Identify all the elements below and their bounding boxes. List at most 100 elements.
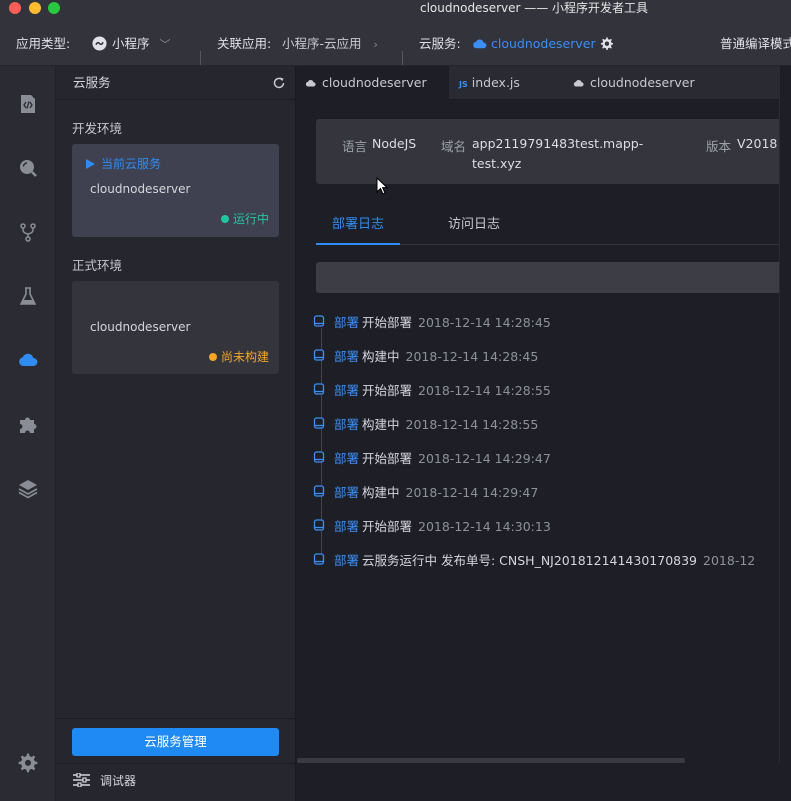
play-icon — [86, 159, 95, 169]
panel-footer: 云服务管理 — [56, 718, 296, 762]
status-badge: 尚未构建 — [208, 348, 269, 365]
tab-deploy-log[interactable]: 部署日志 — [316, 209, 400, 245]
dev-env-label: 开发环境 — [72, 121, 123, 136]
cloud-service-manage-button[interactable]: 云服务管理 — [72, 728, 279, 756]
editor-tab[interactable]: cloudnodeserver — [573, 66, 743, 100]
log-bullet-icon — [313, 451, 325, 463]
log-tag: 部署 — [334, 451, 360, 466]
js-icon: JS — [459, 80, 468, 89]
cloud-icon[interactable] — [17, 349, 39, 371]
log-time: 2018-12-14 14:28:45 — [405, 349, 539, 364]
editor-tabs: cloudnodeserver JS index.js cloudnodeserv… — [297, 66, 791, 100]
settings-icon[interactable] — [17, 752, 39, 774]
code-icon[interactable] — [17, 93, 39, 115]
domain-value-line-1: app2119791483test.mapp- — [472, 136, 644, 151]
cloud-service-label: 云服务: — [419, 36, 461, 51]
cloud-icon — [473, 39, 487, 49]
log-tag: 部署 — [334, 519, 360, 534]
log-bullet-icon — [313, 485, 325, 497]
linked-app-value: 小程序-云应用 — [282, 36, 362, 51]
service-info-card: 语言 NodeJS 域名 app2119791483test.mapp- tes… — [316, 119, 791, 184]
dev-env-card[interactable]: 当前云服务 cloudnodeserver 运行中 — [72, 144, 279, 237]
toolbar-divider — [200, 51, 201, 65]
refresh-icon[interactable] — [272, 76, 286, 90]
panel-header: 云服务 — [56, 66, 296, 100]
panel-title: 云服务 — [73, 75, 111, 90]
cloud-icon — [573, 80, 584, 87]
activity-bar — [0, 66, 56, 801]
editor-tab[interactable]: cloudnodeserver — [297, 66, 449, 100]
tab-label: index.js — [471, 75, 520, 90]
window-title: cloudnodeserver —— 小程序开发者工具 — [420, 1, 649, 15]
tab-label: cloudnodeserver — [322, 75, 427, 90]
window-maximize-button[interactable] — [48, 2, 60, 14]
log-bullet-icon — [313, 519, 325, 531]
status-dot — [220, 215, 229, 223]
compile-mode-select[interactable]: 普通编译模式 — [720, 16, 791, 66]
vertical-scrollbar[interactable] — [779, 66, 791, 763]
prod-service-name: cloudnodeserver — [90, 320, 191, 334]
debugger-label: 调试器 — [100, 774, 137, 788]
log-message: 云服务运行中 发布单号: CNSH_NJ201812141430170839 20… — [362, 553, 756, 568]
flask-icon[interactable] — [17, 285, 39, 307]
log-time: 2018-12-14 14:30:13 — [418, 519, 551, 534]
cloud-service-panel: 云服务 开发环境 当前云服务 cloudnodeserver 运行中 正式环境 … — [56, 66, 296, 801]
log-time: 2018-12-14 14:29:47 — [418, 451, 551, 466]
prod-env-card[interactable]: cloudnodeserver 尚未构建 — [72, 281, 279, 374]
domain-key: 域名 — [441, 139, 467, 154]
log-filter-bar[interactable] — [316, 262, 791, 293]
log-tabs: 部署日志 访问日志 — [316, 209, 791, 245]
language-value: NodeJS — [372, 136, 417, 151]
log-message: 构建中 2018-12-14 14:29:47 — [362, 485, 539, 500]
log-tag: 部署 — [334, 349, 360, 364]
linked-app-link[interactable]: 小程序-云应用 › — [282, 16, 378, 66]
current-service-label: 当前云服务 — [101, 157, 162, 171]
app-type-label: 应用类型: — [16, 36, 71, 51]
horizontal-scrollbar[interactable] — [297, 758, 685, 763]
log-message: 构建中 2018-12-14 14:28:55 — [362, 417, 539, 432]
cloud-service-link[interactable]: cloudnodeserver — [472, 16, 596, 66]
app-type-value: 小程序 — [112, 36, 150, 51]
status-dot — [208, 353, 217, 361]
linked-app-label: 关联应用: — [217, 36, 272, 51]
log-message: 开始部署 2018-12-14 14:29:47 — [362, 451, 551, 466]
language-key: 语言 — [342, 139, 368, 154]
cloud-settings-button[interactable] — [599, 16, 614, 66]
sliders-icon — [73, 773, 90, 787]
debugger-toggle[interactable]: 调试器 — [56, 763, 296, 801]
log-time: 2018-12-14 14:28:55 — [405, 417, 539, 432]
dev-service-name: cloudnodeserver — [90, 182, 191, 196]
status-text: 尚未构建 — [220, 350, 269, 364]
window-minimize-button[interactable] — [29, 2, 41, 14]
app-type-select[interactable]: 小程序 ﹀ — [92, 16, 171, 66]
log-tag: 部署 — [334, 315, 360, 330]
title-bar: cloudnodeserver —— 小程序开发者工具 — [0, 0, 791, 16]
version-value: V2018 — [737, 136, 778, 151]
search-icon[interactable] — [17, 157, 39, 179]
editor-tab[interactable]: JS index.js — [459, 66, 569, 100]
branch-icon[interactable] — [17, 221, 39, 243]
miniprogram-icon — [92, 36, 107, 51]
toolbar: 应用类型: 小程序 ﹀ 关联应用: 小程序-云应用 › 云服务: cloudno… — [0, 16, 791, 66]
log-tag: 部署 — [334, 383, 360, 398]
log-bullet-icon — [313, 349, 325, 361]
puzzle-icon[interactable] — [17, 413, 39, 435]
log-message: 开始部署 2018-12-14 14:28:45 — [362, 315, 551, 330]
main-editor: cloudnodeserver JS index.js cloudnodeserv… — [297, 66, 791, 801]
tab-label: cloudnodeserver — [590, 75, 695, 90]
log-time: 2018-12 — [703, 553, 756, 568]
window-close-button[interactable] — [9, 2, 21, 14]
log-message: 开始部署 2018-12-14 14:30:13 — [362, 519, 551, 534]
log-message: 开始部署 2018-12-14 14:28:55 — [362, 383, 551, 398]
mouse-cursor-icon — [376, 177, 388, 195]
version-key: 版本 — [706, 139, 732, 154]
prod-env-label: 正式环境 — [72, 258, 123, 273]
log-time: 2018-12-14 14:29:47 — [405, 485, 539, 500]
tab-access-log[interactable]: 访问日志 — [448, 209, 500, 245]
log-bullet-icon — [313, 553, 325, 565]
log-time: 2018-12-14 14:28:45 — [418, 315, 551, 330]
chevron-down-icon: ﹀ — [159, 38, 171, 51]
layers-icon[interactable] — [17, 477, 39, 499]
log-bullet-icon — [313, 315, 325, 327]
cloud-service-value: cloudnodeserver — [491, 36, 596, 51]
